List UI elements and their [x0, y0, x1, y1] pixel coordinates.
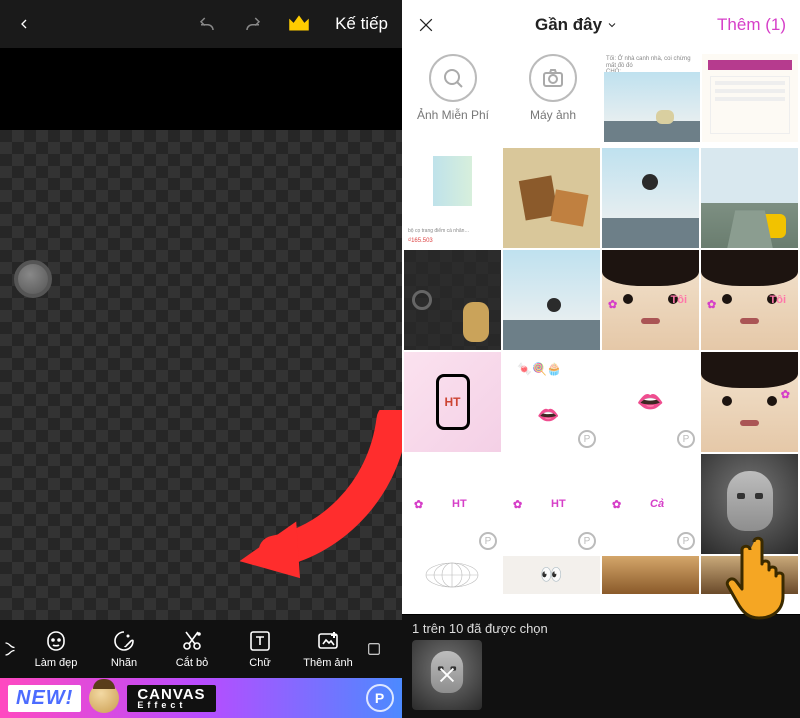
quick-label: Máy ảnh	[530, 108, 576, 122]
quick-actions-row: Ảnh Miễn Phí Máy ảnh Tối: Ở nhà canh nhà…	[402, 50, 800, 148]
gallery-thumb[interactable]: ✿	[701, 352, 798, 452]
close-button[interactable]	[416, 15, 436, 35]
picsart-badge-icon: P	[578, 430, 596, 448]
canvas-area[interactable]	[0, 48, 402, 620]
face-icon	[44, 629, 68, 653]
joystick-handle[interactable]	[14, 260, 52, 298]
gallery-thumb[interactable]: ✿Tôi	[602, 250, 699, 350]
chevron-down-icon	[606, 19, 618, 31]
gallery-thumb[interactable]	[701, 556, 798, 594]
phone-ht-icon: HT	[436, 374, 470, 430]
undo-button[interactable]	[193, 10, 221, 38]
gallery-thumb[interactable]	[602, 148, 699, 248]
promo-banner[interactable]: NEW! CANVAS Effect P	[0, 678, 402, 718]
tool-label: Nhãn	[111, 657, 137, 669]
gallery-thumb[interactable]	[503, 250, 600, 350]
mannequin-head-icon	[727, 471, 773, 531]
camera-icon	[529, 54, 577, 102]
camera-button[interactable]: Máy ảnh	[504, 54, 602, 142]
gallery-thumb[interactable]: ✿Tôi	[701, 250, 798, 350]
redo-button[interactable]	[239, 10, 267, 38]
gallery-thumb[interactable]: Tối: Ở nhà canh nhà, coi chừng mất đồ đó…	[604, 54, 700, 142]
tool-text[interactable]: Chữ	[226, 620, 294, 678]
gallery-pane: Gần đây Thêm (1) Ảnh Miễn Phí Máy ảnh Tố…	[402, 0, 800, 718]
tool-label: Cắt bỏ	[176, 657, 208, 669]
picsart-badge-icon: P	[677, 430, 695, 448]
gallery-thumb[interactable]	[702, 54, 798, 142]
selected-thumb[interactable]	[412, 640, 482, 710]
gallery-thumb[interactable]	[701, 148, 798, 248]
tool-cutout[interactable]: Cắt bỏ	[158, 620, 226, 678]
picsart-badge-icon: P	[677, 532, 695, 550]
gallery-thumb[interactable]: ✿ HT P	[404, 454, 501, 554]
tool-next-partial[interactable]	[362, 620, 380, 678]
gallery-thumb[interactable]: 👄 P	[602, 352, 699, 452]
cutout-icon	[180, 629, 204, 653]
tool-label: Làm đẹp	[35, 657, 78, 669]
search-icon	[429, 54, 477, 102]
picsart-logo-icon: P	[366, 684, 394, 712]
tool-sticker[interactable]: Nhãn	[90, 620, 158, 678]
picsart-badge-icon: P	[578, 532, 596, 550]
premium-crown-icon[interactable]	[285, 10, 313, 38]
quick-label: Ảnh Miễn Phí	[417, 108, 489, 122]
gallery-thumb[interactable]: ✿ Cả P	[602, 454, 699, 554]
text-icon	[248, 629, 272, 653]
editor-pane: Kế tiếp Làm đẹp Nhãn Cắt bỏ Chữ	[0, 0, 402, 718]
tool-add-photo[interactable]: Thêm ảnh	[294, 620, 362, 678]
transparent-canvas	[0, 130, 402, 620]
sticker-icon	[112, 629, 136, 653]
gallery-thumb[interactable]: ₫165.503 bộ cọ trang điểm cá nhân…	[404, 148, 501, 248]
editor-header: Kế tiếp	[0, 0, 402, 48]
add-photo-icon	[316, 629, 340, 653]
tool-label: Thêm ảnh	[303, 657, 353, 669]
gallery-header: Gần đây Thêm (1)	[402, 0, 800, 50]
gallery-thumb[interactable]	[503, 148, 600, 248]
gallery-thumb[interactable]: 👀	[503, 556, 600, 594]
picsart-badge-icon: P	[479, 532, 497, 550]
free-images-button[interactable]: Ảnh Miễn Phí	[404, 54, 502, 142]
tool-beauty[interactable]: Làm đẹp	[22, 620, 90, 678]
gallery-thumb-selected[interactable]	[701, 454, 798, 554]
add-button[interactable]: Thêm (1)	[717, 15, 786, 35]
banner-new-badge: NEW!	[8, 685, 81, 712]
gallery-thumb[interactable]	[404, 556, 501, 594]
next-button[interactable]: Kế tiếp	[331, 14, 392, 34]
remove-selected-button[interactable]	[412, 640, 482, 710]
gallery-grid: ₫165.503 bộ cọ trang điểm cá nhân… ✿Tôi …	[402, 148, 800, 614]
album-dropdown[interactable]: Gần đây	[535, 15, 618, 35]
editor-toolbar: Làm đẹp Nhãn Cắt bỏ Chữ Thêm ảnh	[0, 620, 402, 678]
banner-face-icon	[89, 683, 119, 713]
tool-prev-partial[interactable]	[0, 620, 22, 678]
banner-title: CANVAS Effect	[127, 685, 215, 712]
gallery-thumb[interactable]	[602, 556, 699, 594]
gallery-thumb[interactable]: HT	[404, 352, 501, 452]
gallery-thumb[interactable]: 🍬🍭🧁 👄 P	[503, 352, 600, 452]
selected-bar: 1 trên 10 đã được chọn	[402, 614, 800, 718]
selected-count-label: 1 trên 10 đã được chọn	[412, 621, 790, 636]
gallery-thumb[interactable]: ✿ HT P	[503, 454, 600, 554]
gallery-thumb[interactable]	[404, 250, 501, 350]
back-button[interactable]	[10, 10, 38, 38]
album-title: Gần đây	[535, 15, 602, 35]
tool-label: Chữ	[249, 657, 270, 669]
